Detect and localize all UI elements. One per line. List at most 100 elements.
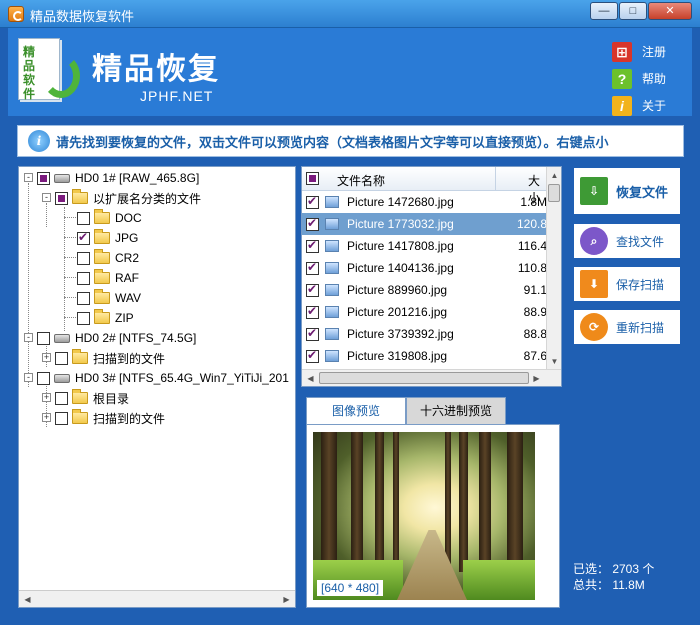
tree-node-doc[interactable]: DOC	[77, 208, 142, 228]
file-list-horizontal-scrollbar[interactable]: ◀ ▶	[302, 369, 561, 386]
register-link[interactable]: ⊞ 注册	[612, 38, 666, 65]
folder-icon	[72, 389, 88, 404]
file-row[interactable]: Picture 1404136.jpg 110.8	[302, 257, 548, 279]
window-title: 精品数据恢复软件	[30, 9, 135, 24]
image-file-icon	[325, 284, 339, 296]
hard-disk-icon	[54, 373, 70, 383]
preview-image	[313, 432, 535, 600]
tree-expander[interactable]: +	[42, 413, 51, 422]
file-checkbox[interactable]	[306, 326, 319, 341]
tree-checkbox[interactable]	[77, 271, 90, 285]
close-button[interactable]: ✕	[648, 2, 692, 20]
folder-icon	[94, 209, 110, 224]
recover-icon: ⇩	[580, 177, 608, 205]
tree-node-scanned-files-3[interactable]: 扫描到的文件	[55, 408, 165, 428]
folder-icon	[94, 289, 110, 304]
tree-node-cr2[interactable]: CR2	[77, 248, 139, 268]
file-list[interactable]: 文件名称 大小 Picture 1472680.jpg1.8MPicture 1…	[301, 166, 562, 387]
tree-checkbox[interactable]	[77, 251, 90, 265]
tree-expander[interactable]: -	[24, 373, 33, 382]
file-row[interactable]: Picture 1773032.jpg 120.8	[302, 213, 548, 235]
tree-expander[interactable]: -	[24, 173, 33, 182]
tree-checkbox[interactable]	[37, 371, 50, 385]
scroll-left-icon[interactable]: ◀	[19, 591, 36, 607]
file-checkbox[interactable]	[306, 260, 319, 275]
tree-node-disk-1[interactable]: HD0 1# [RAW_465.8G]	[37, 168, 199, 188]
column-name-header[interactable]: 文件名称	[337, 172, 385, 189]
tree-checkbox[interactable]	[37, 331, 50, 345]
file-checkbox[interactable]	[306, 304, 319, 319]
file-size: 87.6	[523, 349, 547, 363]
tree-horizontal-scrollbar[interactable]: ◀ ▶	[19, 590, 295, 607]
file-row[interactable]: Picture 3739392.jpg 88.8	[302, 323, 548, 345]
tree-expander[interactable]: +	[42, 353, 51, 362]
file-size: 116.4	[517, 239, 547, 253]
scroll-down-icon[interactable]: ▼	[546, 353, 561, 370]
scroll-right-icon[interactable]: ▶	[528, 370, 545, 386]
tree-expander[interactable]: -	[42, 193, 51, 202]
folder-icon	[72, 189, 88, 204]
tab-image-preview[interactable]: 图像预览	[306, 397, 406, 425]
tree-node-jpg[interactable]: JPG	[77, 228, 138, 248]
tree-node-disk-2[interactable]: HD0 2# [NTFS_74.5G]	[37, 328, 196, 348]
file-checkbox[interactable]	[306, 348, 319, 363]
tree-checkbox[interactable]	[77, 230, 90, 245]
file-size: 88.9	[523, 305, 547, 319]
maximize-button[interactable]: □	[619, 2, 647, 20]
file-list-vertical-scrollbar[interactable]: ▲ ▼	[546, 167, 561, 370]
scroll-thumb[interactable]	[319, 372, 529, 384]
tree-checkbox[interactable]	[55, 191, 68, 205]
tree-node-wav[interactable]: WAV	[77, 288, 141, 308]
tree-node-root-dir[interactable]: 根目录	[55, 388, 129, 408]
tree-node-disk-3[interactable]: HD0 3# [NTFS_65.4G_Win7_YiTiJi_201	[37, 368, 289, 388]
recover-files-button[interactable]: ⇩ 恢复文件	[573, 167, 681, 215]
file-name: Picture 1472680.jpg	[347, 195, 454, 209]
scroll-right-icon[interactable]: ▶	[278, 591, 295, 607]
tree-node-by-extension[interactable]: 以扩展名分类的文件	[55, 188, 201, 208]
tree-checkbox[interactable]	[77, 291, 90, 305]
file-list-header: 文件名称 大小	[302, 167, 548, 205]
help-icon: ?	[612, 68, 632, 89]
tree-checkbox[interactable]	[37, 171, 50, 185]
hard-disk-icon	[54, 173, 70, 183]
find-files-button[interactable]: ⌕ 查找文件	[573, 223, 681, 259]
file-row[interactable]: Picture 1472680.jpg 1.8M	[302, 191, 548, 213]
tree-node-raf[interactable]: RAF	[77, 268, 139, 288]
file-row[interactable]: Picture 319808.jpg 87.6	[302, 345, 548, 367]
tab-hex-preview[interactable]: 十六进制预览	[406, 397, 506, 425]
scroll-up-icon[interactable]: ▲	[546, 167, 561, 184]
file-row[interactable]: Picture 889960.jpg 91.1	[302, 279, 548, 301]
info-circle-icon: i	[28, 130, 50, 152]
file-row[interactable]: Picture 201216.jpg 88.9	[302, 301, 548, 323]
rescan-button[interactable]: ⟳ 重新扫描	[573, 309, 681, 345]
tree-expander[interactable]: -	[24, 333, 33, 342]
folder-icon	[72, 349, 88, 364]
file-checkbox[interactable]	[306, 194, 319, 209]
help-link[interactable]: ? 帮助	[612, 65, 666, 92]
tree-node-scanned-files[interactable]: 扫描到的文件	[55, 348, 165, 368]
about-link[interactable]: i 关于	[612, 92, 666, 119]
tree-checkbox[interactable]	[55, 351, 68, 365]
select-all-checkbox[interactable]	[306, 172, 319, 185]
file-checkbox[interactable]	[306, 238, 319, 253]
image-file-icon	[325, 240, 339, 252]
tree-checkbox[interactable]	[55, 411, 68, 425]
tree-checkbox[interactable]	[77, 311, 90, 325]
file-row[interactable]: Picture 1417808.jpg 116.4	[302, 235, 548, 257]
tree-node-zip[interactable]: ZIP	[77, 308, 134, 328]
file-size: 88.8	[523, 327, 547, 341]
file-checkbox[interactable]	[306, 282, 319, 297]
save-scan-button[interactable]: ⬇ 保存扫描	[573, 266, 681, 302]
title-bar[interactable]: 精品数据恢复软件 — □ ✕	[0, 0, 700, 28]
tree-checkbox[interactable]	[77, 211, 90, 225]
minimize-button[interactable]: —	[590, 2, 618, 20]
tree-checkbox[interactable]	[55, 391, 68, 405]
logo: 精品软件	[18, 38, 82, 104]
image-file-icon	[325, 218, 339, 230]
tree-expander[interactable]: +	[42, 393, 51, 402]
scroll-left-icon[interactable]: ◀	[302, 370, 319, 386]
file-checkbox[interactable]	[306, 216, 319, 231]
scroll-thumb[interactable]	[548, 184, 560, 202]
folder-icon	[94, 309, 110, 324]
folder-tree[interactable]: - HD0 1# [RAW_465.8G] - 以扩展名分类的文件 DOC JP…	[18, 166, 296, 608]
